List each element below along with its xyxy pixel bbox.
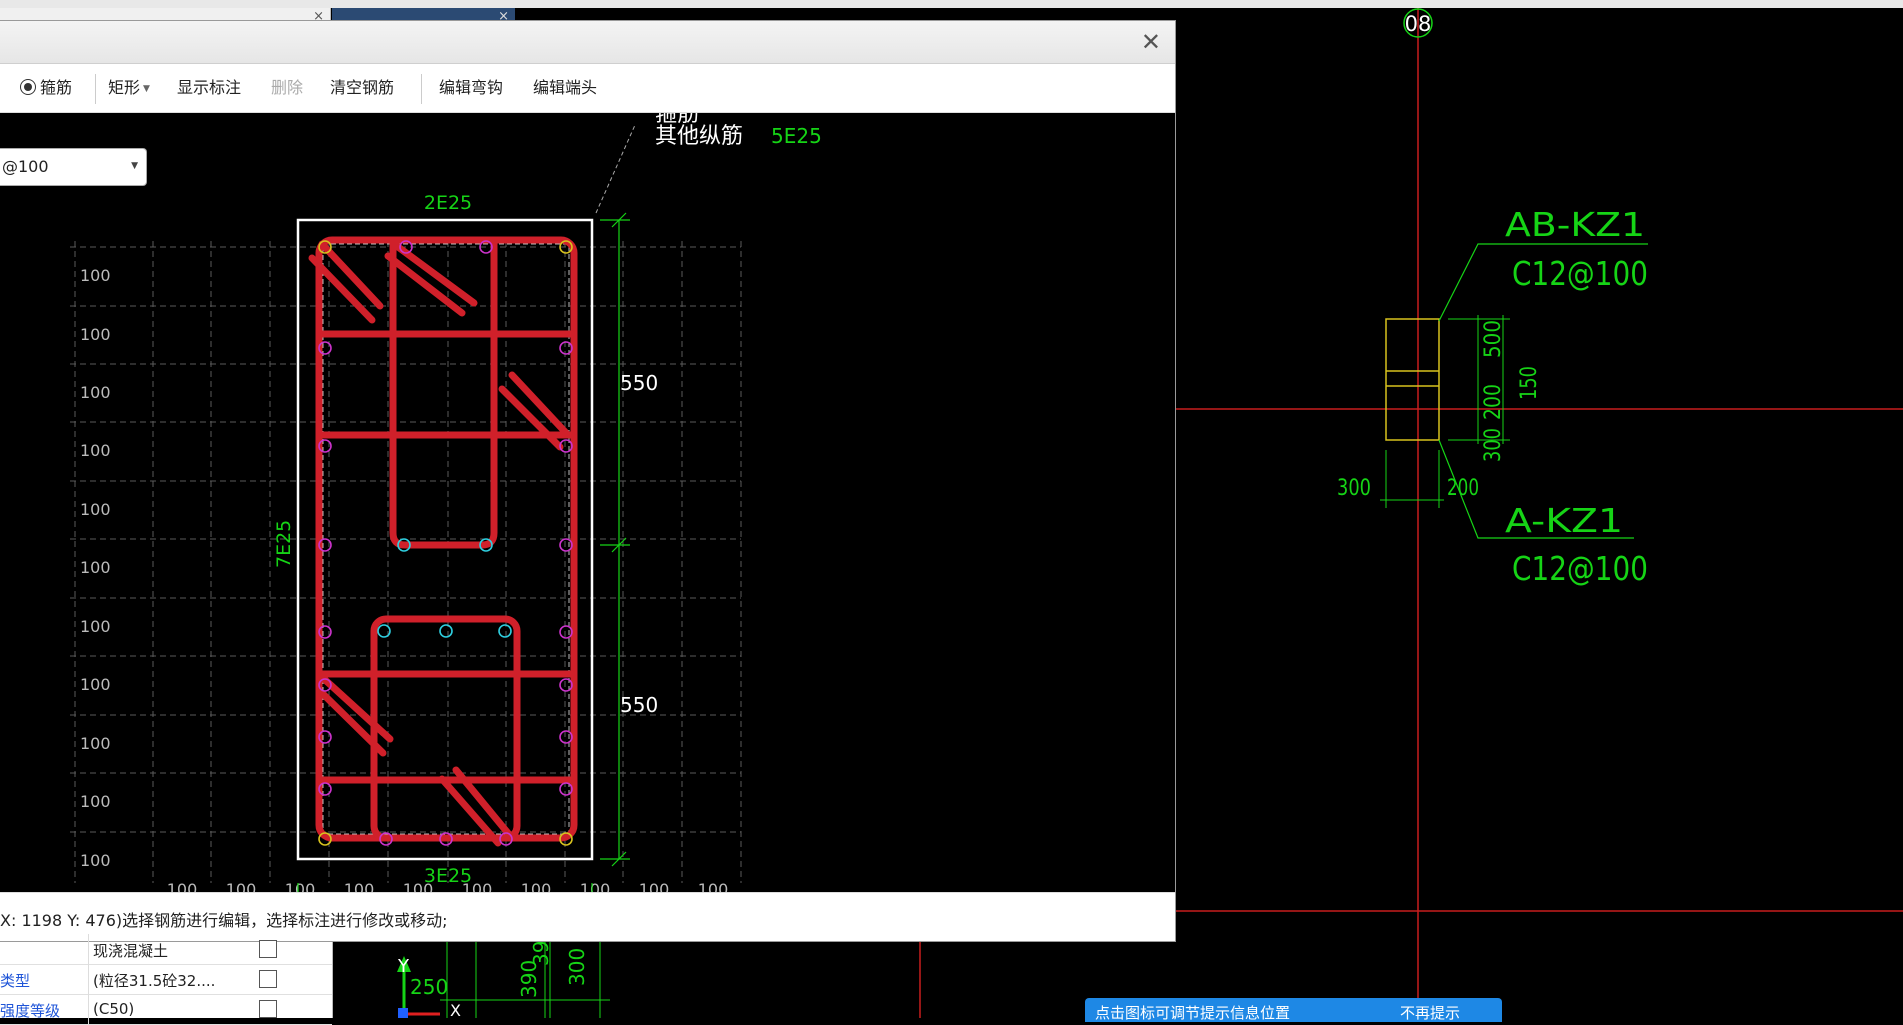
rebar-point[interactable] (559, 730, 573, 744)
bottom-dim-250: 250 (410, 975, 448, 999)
stirrup-radio[interactable]: 箍筋 (20, 76, 72, 100)
bottom-dim-300: 300 (565, 948, 589, 986)
clear-rebar-button[interactable]: 清空钢筋 (330, 76, 394, 100)
other-long-label: 其他纵筋 (655, 124, 743, 149)
property-name: 类型 (0, 972, 31, 990)
delete-button[interactable]: 删除 (271, 76, 303, 100)
column-divider (88, 994, 89, 1024)
section-canvas[interactable]: 100 100 100 100 100 100 100 100 100 100 100 100 100 1… (0, 113, 1175, 894)
dialog-titlebar[interactable]: ✕ (0, 21, 1175, 64)
column-upper-name: AB-KZ1 (1505, 205, 1645, 244)
grid-row-label: 100 (80, 558, 111, 577)
dim-500: 500 (1481, 320, 1506, 358)
property-value[interactable]: (粒径31.5砼32.... (93, 970, 233, 991)
toolbar-separator (95, 74, 96, 104)
grid-row-label: 100 (80, 500, 111, 519)
column-upper-stirrup: C12@100 (1512, 254, 1648, 293)
toast-message: 点击图标可调节提示信息位置 (1095, 1004, 1291, 1022)
radio-checked-icon (20, 79, 36, 95)
ucs-y-label: Y (397, 956, 410, 977)
shape-select[interactable]: 矩形 ▼ (108, 76, 150, 101)
section-editor-dialog: ✕ 箍筋 矩形 ▼ 显示标注 删除 清空钢筋 编辑弯钩 编辑端头 100 100 10… (0, 20, 1176, 942)
property-checkbox[interactable] (259, 970, 277, 988)
dim-150: 150 (1517, 366, 1542, 400)
property-checkbox[interactable] (259, 940, 277, 958)
toolbar-separator (421, 74, 422, 104)
chevron-down-icon: ▼ (143, 84, 150, 94)
inner-stirrup-bottom[interactable] (370, 615, 521, 842)
grid-row-label: 100 (80, 851, 111, 870)
section-drawing[interactable]: 100100100100100100100100100100100100 100 1… (0, 113, 1175, 894)
chevron-down-icon[interactable]: ▼ (131, 161, 138, 171)
column-divider (88, 934, 89, 964)
close-icon[interactable]: ✕ (1141, 28, 1161, 56)
rebar-point[interactable] (559, 678, 573, 692)
rebar-point[interactable] (559, 625, 573, 639)
inner-stirrup-top[interactable] (389, 240, 498, 549)
dim-300-vertical: 300 (1481, 428, 1506, 462)
dim-300-horizontal: 300 (1337, 476, 1371, 501)
grid-row-label: 100 (80, 266, 111, 285)
top-strip (0, 0, 1903, 8)
side-rebar-label[interactable]: 7E25 (273, 520, 295, 568)
property-value[interactable]: 现浇混凝土 (93, 940, 233, 961)
dialog-toolbar: 箍筋 矩形 ▼ 显示标注 删除 清空钢筋 编辑弯钩 编辑端头 (0, 64, 1175, 113)
dim-200-horizontal: 200 (1447, 476, 1479, 501)
stirrup-radio-label: 箍筋 (40, 78, 73, 97)
toast-dismiss-button[interactable]: 不再提示 (1400, 1002, 1460, 1023)
rebar-point[interactable] (559, 782, 573, 796)
top-rebar-label[interactable]: 2E25 (424, 192, 472, 214)
property-row[interactable]: 类型 (粒径31.5砼32.... (0, 964, 332, 995)
dim-550-lower[interactable]: 550 (620, 693, 658, 717)
shape-select-label: 矩形 (108, 78, 141, 97)
column-lower-stirrup: C12@100 (1512, 549, 1648, 588)
grid-row-label: 100 (80, 792, 111, 811)
ucs-x-label: X (450, 1001, 461, 1018)
column-lower-name: A-KZ1 (1505, 501, 1623, 540)
other-long-value[interactable]: 5E25 (771, 124, 822, 148)
column-outline (1385, 318, 1440, 441)
axis-label: 08 (1405, 12, 1432, 36)
grid-row-label: 100 (80, 734, 111, 753)
property-row[interactable]: 强度等级 (C50) (0, 994, 332, 1025)
status-text: X: 1198 Y: 476)选择钢筋进行编辑，选择标注进行修改或移动; (0, 911, 448, 930)
grid-row-label: 100 (80, 675, 111, 694)
property-value[interactable]: (C50) (93, 1000, 233, 1018)
dim-550-upper[interactable]: 550 (620, 371, 658, 395)
ucs-origin (398, 1008, 408, 1018)
spacing-combo[interactable]: @100 ▼ (0, 148, 147, 186)
rebar-point[interactable] (439, 624, 453, 638)
grid-row-label: 100 (80, 383, 111, 402)
grid-row-label: 100 (80, 325, 111, 344)
rebar-point[interactable] (559, 538, 573, 552)
dim-200: 200 (1481, 384, 1506, 420)
rebar-point[interactable] (498, 624, 512, 638)
show-annotation-button[interactable]: 显示标注 (177, 76, 241, 100)
leader-line (595, 124, 636, 214)
grid-row-label: 100 (80, 617, 111, 636)
property-checkbox[interactable] (259, 1000, 277, 1018)
edit-hook-button[interactable]: 编辑弯钩 (439, 76, 503, 100)
hint-toast[interactable]: 点击图标可调节提示信息位置 不再提示 (1085, 998, 1502, 1022)
spacing-combo-value: @100 (2, 157, 49, 176)
rebar-point[interactable] (559, 341, 573, 355)
grid-row-label: 100 (80, 441, 111, 460)
grid: 100100100100100100100100100100100100 100 1… (70, 241, 742, 894)
column-divider (88, 964, 89, 994)
bottom-rebar-label[interactable]: 3E25 (424, 865, 472, 887)
property-panel: 现浇混凝土 类型 (粒径31.5砼32.... 强度等级 (C50) (0, 934, 333, 1025)
property-row[interactable]: 现浇混凝土 (0, 934, 332, 965)
edit-end-button[interactable]: 编辑端头 (533, 76, 597, 100)
